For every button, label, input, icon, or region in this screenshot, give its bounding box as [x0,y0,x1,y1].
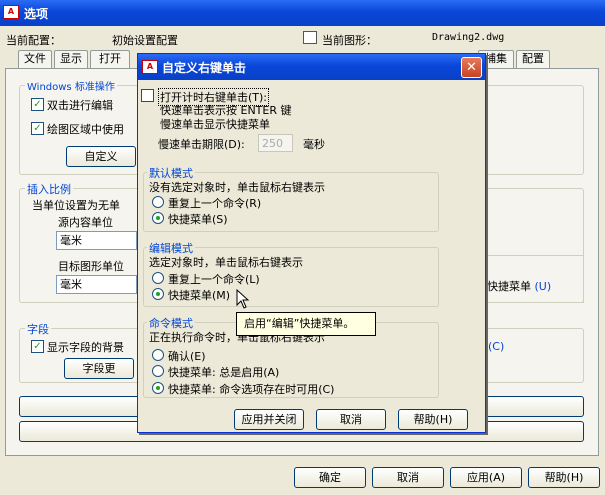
command-options-label: 快捷菜单: 命令选项存在时可用(C) [168,383,335,396]
edit-shortcut-label: 快捷菜单(M) [168,289,231,302]
dialog-help-label: 帮助(H) [413,413,453,426]
ok-label: 确定 [319,471,341,484]
current-drawing-value: Drawing2.dwg [432,32,505,43]
show-field-bg-label: 显示字段的背景 [47,341,124,354]
windows-standard-label: Windows 标准操作 [25,78,117,93]
default-shortcut-radio[interactable] [152,212,164,224]
tab-display-label: 显示 [60,52,82,65]
insert-unit-label: 当单位设置为无单 [32,199,120,212]
right-shortcut-menu-label: 快捷菜单 (U) [487,280,552,293]
cancel-label: 取消 [397,471,419,484]
timing-right-click-checkbox[interactable] [141,89,154,102]
tab-profiles-label: 配置 [522,52,544,65]
edit-mode-desc: 选定对象时，单击鼠标右键表示 [149,256,303,269]
current-drawing-label: 当前图形： [322,34,377,47]
default-repeat-label: 重复上一个命令(R) [168,197,262,210]
apply-label: 应用(A) [466,471,506,484]
edit-repeat-radio[interactable] [152,272,164,284]
dialog-app-icon: A [142,60,158,74]
custom-right-click-dialog: A 自定义右键单击 ✕ 打开计时右键单击(T): 快速单击表示按 ENTER 键… [137,53,486,433]
draw-area-shortcut-checkbox[interactable]: ✓ [31,122,44,135]
apply-close-label: 应用并关闭 [241,413,297,426]
tab-files[interactable]: 文件 [18,50,52,68]
dialog-cancel-label: 取消 [340,413,362,426]
cancel-button[interactable]: 取消 [372,467,444,488]
dialog-title: 自定义右键单击 [162,61,247,75]
default-mode-desc: 没有选定对象时，单击鼠标右键表示 [149,181,325,194]
command-options-radio[interactable] [152,382,164,394]
command-confirm-radio[interactable] [152,349,164,361]
dbl-click-edit-checkbox[interactable]: ✓ [31,98,44,111]
apply-button[interactable]: 应用(A) [450,467,522,488]
apply-close-button[interactable]: 应用并关闭 [234,409,304,430]
current-config-label: 当前配置： [6,34,61,47]
dbl-click-edit-label: 双击进行编辑 [47,99,113,112]
command-always-label: 快捷菜单: 总是启用(A) [168,366,280,379]
custom-right-click-label: 自定义 [84,150,118,163]
main-window-title: 选项 [24,7,49,21]
slow-period-value: 250 [262,137,283,150]
edit-shortcut-radio[interactable] [152,288,164,300]
source-unit-label: 源内容单位 [58,216,113,229]
custom-right-click-button[interactable]: 自定义 [66,146,136,167]
edit-repeat-label: 重复上一个命令(L) [168,273,260,286]
mouse-pointer-icon [236,289,250,309]
tab-selection-label: 捕集 [485,52,507,65]
slow-click-line: 慢速单击显示快捷菜单 [160,118,270,131]
draw-area-shortcut-label: 绘图区域中使用 [47,123,124,136]
command-always-radio[interactable] [152,365,164,377]
help-label: 帮助(H) [544,471,584,484]
field-update-label: 字段更 [82,362,116,375]
right-paren-c-label: (C) [488,340,505,353]
drawing-file-icon [303,31,317,44]
autocad-app-icon: A [3,5,19,19]
dialog-close-icon[interactable]: ✕ [461,57,482,78]
slow-period-input[interactable]: 250 [258,134,293,152]
source-unit-select[interactable]: 毫米 [56,231,137,250]
ok-button[interactable]: 确定 [294,467,366,488]
default-repeat-radio[interactable] [152,196,164,208]
default-shortcut-label: 快捷菜单(S) [168,213,228,226]
tab-open-label: 打开 [99,52,121,65]
dialog-cancel-button[interactable]: 取消 [316,409,386,430]
current-config-value: 初始设置配置 [112,34,178,47]
tab-files-label: 文件 [24,52,46,65]
show-field-bg-checkbox[interactable]: ✓ [31,340,44,353]
main-titlebar[interactable]: A 选项 [0,0,605,26]
target-unit-label: 目标图形单位 [58,260,124,273]
tab-profiles[interactable]: 配置 [516,50,550,68]
target-unit-value: 毫米 [60,278,82,291]
target-unit-select[interactable]: 毫米 [56,275,137,294]
help-button[interactable]: 帮助(H) [528,467,600,488]
tab-open[interactable]: 打开 [90,50,130,68]
command-confirm-label: 确认(E) [168,350,206,363]
edit-mode-tooltip: 启用“编辑”快捷菜单。 [236,312,376,336]
dialog-help-button[interactable]: 帮助(H) [398,409,468,430]
insert-scale-label: 插入比例 [25,181,73,197]
tab-display[interactable]: 显示 [54,50,88,68]
source-unit-value: 毫米 [60,234,82,247]
slow-period-label: 慢速单击期限(D): [158,138,245,151]
field-update-button[interactable]: 字段更 [64,358,134,379]
field-group-label: 字段 [25,321,51,337]
dialog-titlebar[interactable]: A 自定义右键单击 ✕ [138,54,485,80]
slow-period-unit: 毫秒 [303,138,325,151]
